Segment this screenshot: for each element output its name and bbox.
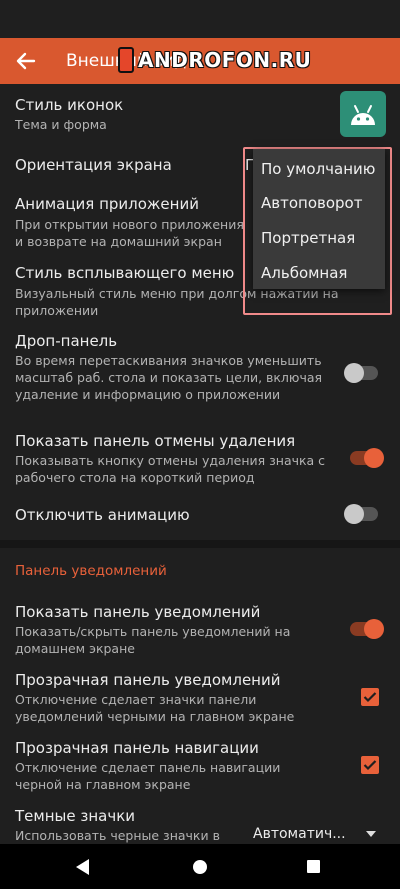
dark-icons-select[interactable]: Автоматич... — [253, 826, 346, 842]
menu-item-default[interactable]: По умолчанию — [261, 160, 375, 178]
transparent-navigation-checkbox[interactable] — [361, 756, 379, 774]
setting-title: Прозрачная панель уведомлений — [15, 671, 281, 689]
setting-subtitle: Тема и форма — [15, 117, 107, 132]
setting-subtitle: Отключение сделает панель навигации черн… — [15, 760, 281, 792]
back-arrow-icon[interactable] — [12, 47, 40, 75]
setting-title: Анимация приложений — [15, 195, 199, 213]
transparent-notification-checkbox[interactable] — [361, 688, 379, 706]
setting-subtitle: Показать/скрыть панель уведомлений на до… — [15, 624, 291, 656]
menu-item-landscape[interactable]: Альбомная — [261, 264, 347, 282]
status-bar — [0, 0, 400, 38]
setting-title: Ориентация экрана — [15, 156, 172, 174]
check-icon — [363, 692, 377, 703]
phone-logo-icon — [118, 47, 134, 73]
watermark: ANDROFON.RU — [118, 46, 311, 74]
show-notification-panel-switch[interactable] — [350, 619, 384, 639]
setting-subtitle: При открытии нового приложения и возврат… — [15, 217, 244, 249]
section-header: Панель уведомлений — [15, 563, 167, 579]
setting-title: Дроп-панель — [15, 332, 118, 350]
setting-title: Стиль всплывающего меню — [15, 264, 235, 282]
setting-title: Показать панель отмены удаления — [15, 432, 296, 450]
android-icon — [340, 91, 386, 137]
undo-panel-switch[interactable] — [350, 448, 384, 468]
setting-subtitle: Отключение сделает значки панели уведомл… — [15, 692, 295, 724]
system-navigation-bar — [0, 844, 400, 889]
setting-title: Прозрачная панель навигации — [15, 739, 259, 757]
setting-subtitle: Показывать кнопку отмены удаления значка… — [15, 453, 326, 485]
setting-title: Темные значки — [15, 807, 135, 825]
check-icon — [363, 760, 377, 771]
menu-item-portrait[interactable]: Портретная — [261, 229, 355, 247]
nav-recents-icon[interactable] — [307, 860, 320, 873]
watermark-text: ANDROFON.RU — [138, 48, 312, 72]
setting-subtitle: Во время перетаскивания значков уменьшит… — [15, 353, 323, 402]
nav-home-icon[interactable] — [193, 860, 207, 874]
setting-title: Стиль иконок — [15, 96, 124, 114]
chevron-down-icon[interactable] — [366, 831, 376, 837]
nav-back-icon[interactable] — [76, 859, 89, 875]
orientation-dropdown-menu: По умолчанию Автоповорот Портретная Альб… — [253, 149, 385, 289]
drop-panel-switch[interactable] — [344, 363, 378, 383]
setting-title: Отключить анимацию — [15, 506, 190, 524]
disable-animation-switch[interactable] — [344, 504, 378, 524]
setting-title: Показать панель уведомлений — [15, 603, 261, 621]
section-divider — [0, 540, 400, 548]
menu-item-auto-rotate[interactable]: Автоповорот — [261, 194, 362, 212]
